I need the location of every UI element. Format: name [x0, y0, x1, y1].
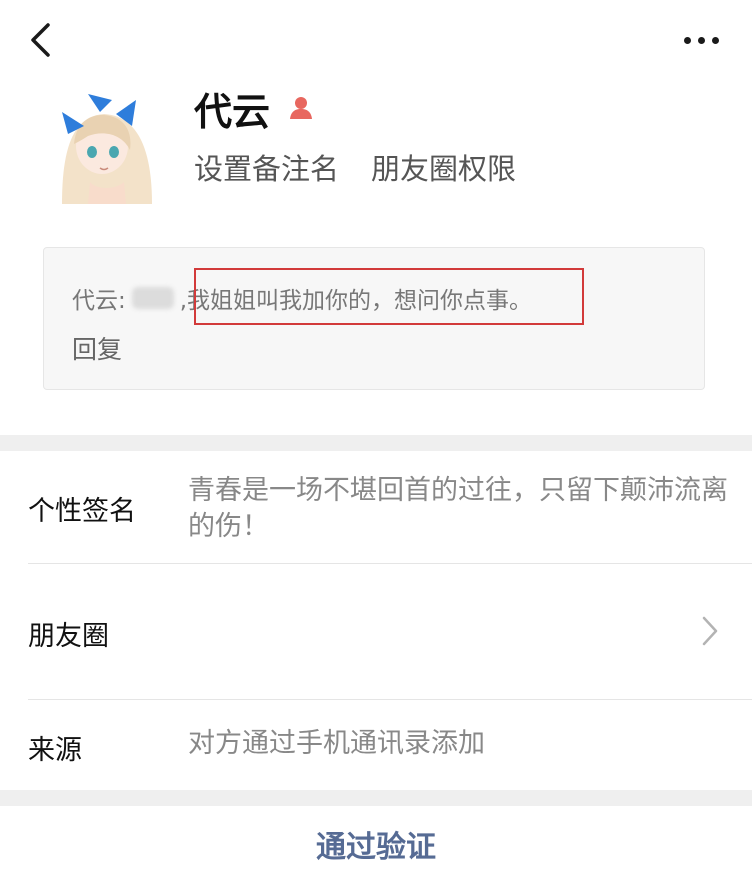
highlight-box: [194, 268, 584, 325]
section-divider: [0, 435, 752, 451]
more-options-button[interactable]: [672, 20, 724, 60]
signature-value: 青春是一场不堪回首的过往，只留下颠沛流离的伤！: [188, 475, 728, 542]
chevron-right-icon: [702, 616, 718, 646]
chevron-left-icon: [31, 23, 50, 57]
top-bar: [0, 0, 752, 80]
avatar[interactable]: [44, 86, 162, 204]
reply-link[interactable]: 回复: [72, 330, 122, 366]
message-sender: 代云:: [72, 288, 126, 314]
blurred-name: [131, 287, 174, 309]
moments-label: 朋友圈: [28, 621, 109, 652]
more-dot: [698, 37, 705, 44]
back-button[interactable]: [24, 20, 64, 60]
source-value: 对方通过手机通讯录添加: [188, 728, 485, 759]
moments-row[interactable]: 朋友圈: [0, 564, 752, 699]
moments-permission-link[interactable]: 朋友圈权限: [371, 146, 516, 188]
gender-female-icon: [290, 97, 313, 119]
section-divider: [0, 790, 752, 806]
set-remark-link[interactable]: 设置备注名: [194, 146, 339, 188]
profile-header: 代云 设置备注名 朋友圈权限: [0, 80, 752, 230]
verification-message-card: 代云: ,我姐姐叫我加你的，想问你点事。 回复: [43, 247, 705, 390]
nickname: 代云: [194, 89, 271, 134]
source-row: 来源 对方通过手机通讯录添加: [0, 700, 752, 790]
verify-button[interactable]: 通过验证: [0, 806, 752, 882]
signature-row: 个性签名 青春是一场不堪回首的过往，只留下颠沛流离的伤！: [0, 451, 752, 563]
more-dot: [712, 37, 719, 44]
source-label: 来源: [28, 735, 82, 766]
signature-label: 个性签名: [28, 496, 136, 527]
more-dots-icon: [684, 37, 691, 44]
